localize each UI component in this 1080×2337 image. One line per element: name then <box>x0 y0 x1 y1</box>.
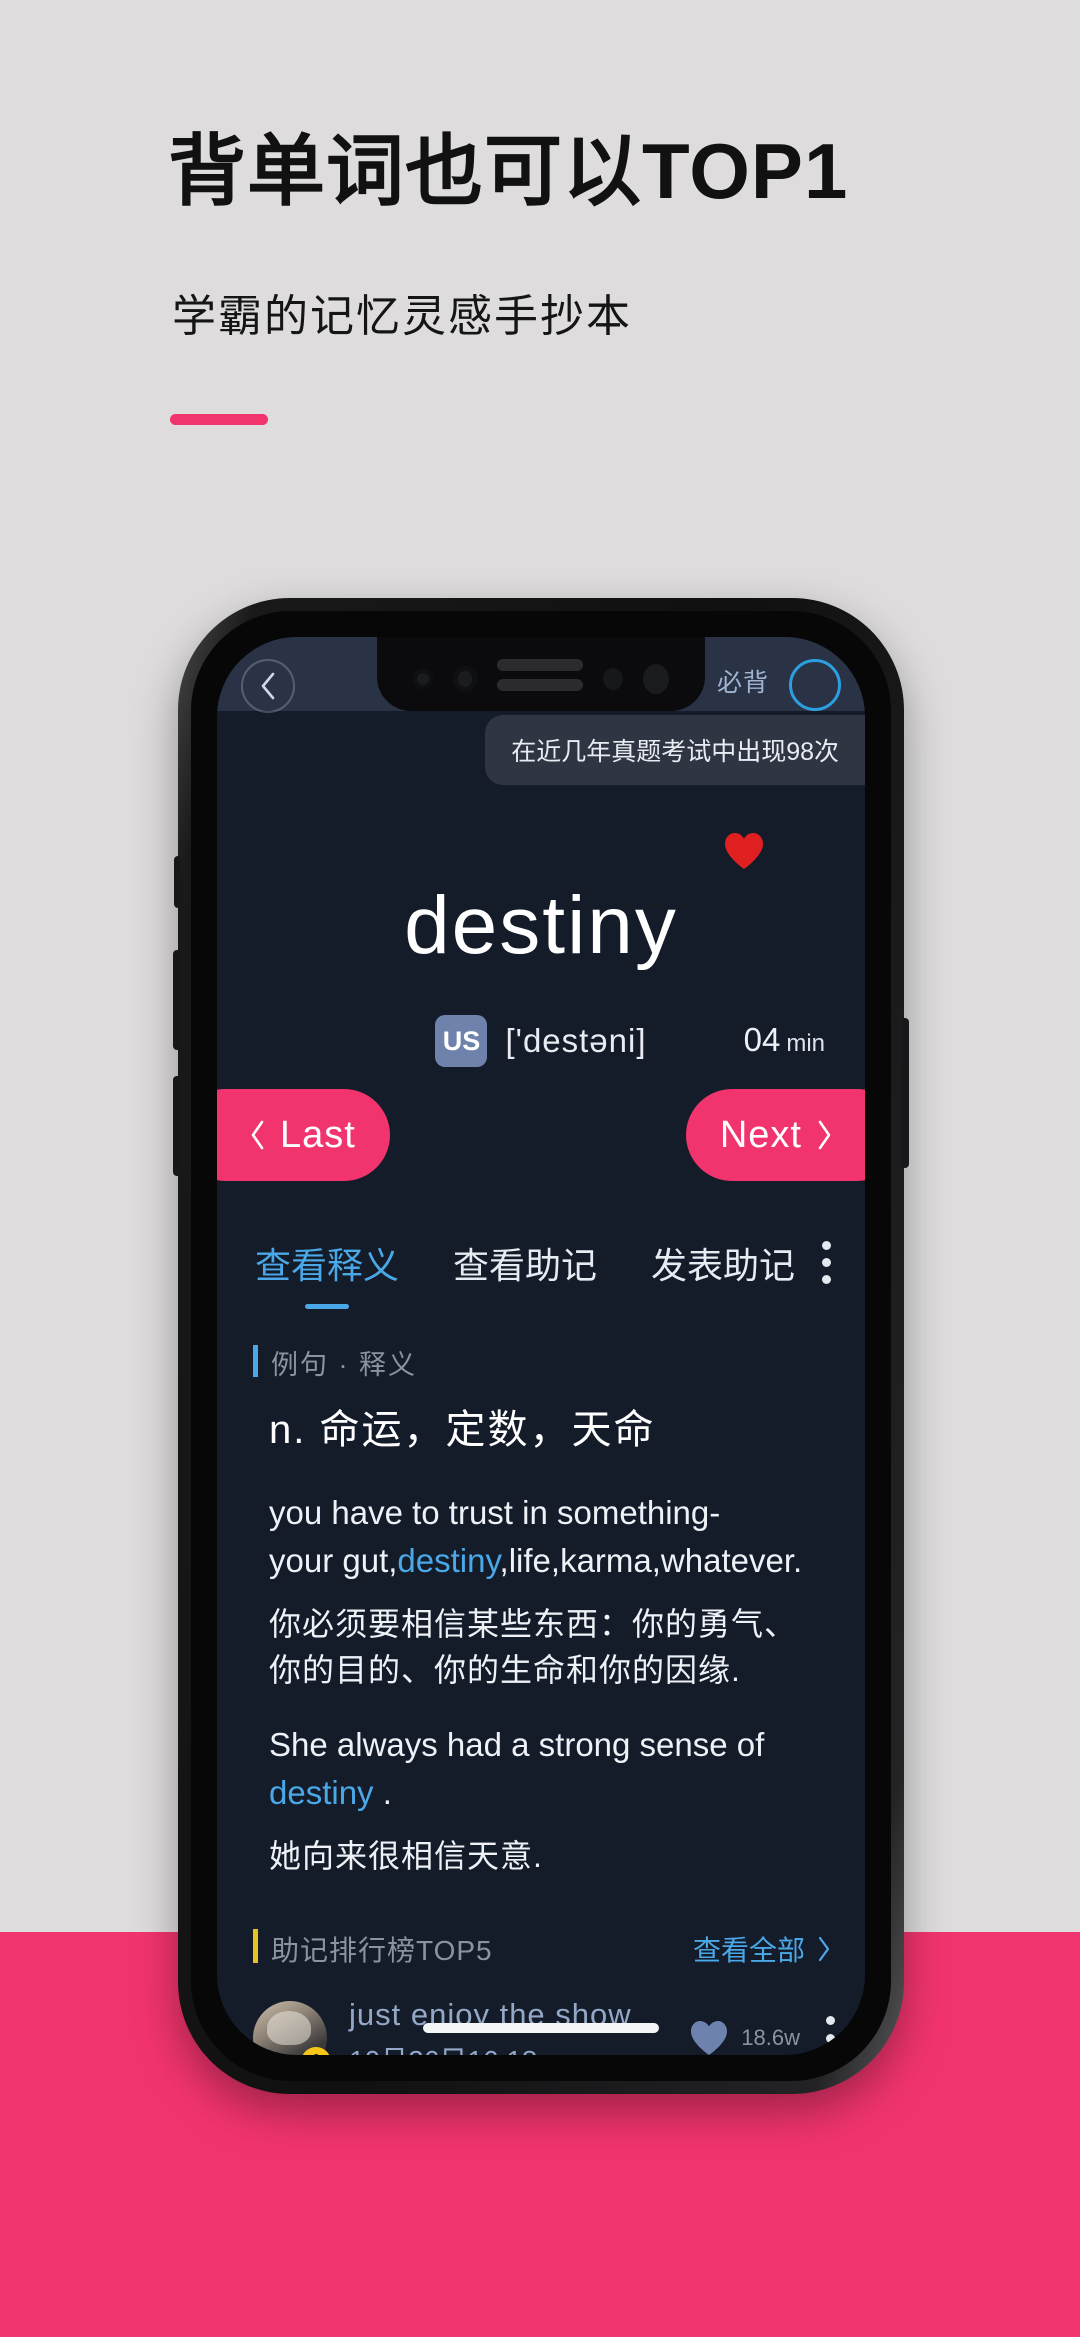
like-count: 18.6w <box>741 2025 800 2050</box>
comment-overflow-menu-button[interactable] <box>826 2015 835 2055</box>
example-2-en: She always had a strong sense of destiny… <box>269 1721 829 1817</box>
must-memorize-label: 必背 <box>716 669 769 697</box>
example-2-keyword: destiny <box>269 1774 374 1812</box>
word-definition: n. 命运，定数，天命 <box>269 1408 656 1452</box>
avatar[interactable]: 1 <box>253 2001 331 2055</box>
poster-subheadline: 学霸的记忆灵感手抄本 <box>172 292 632 341</box>
headline-highlight: TOP1 <box>642 132 853 210</box>
timer-value: 04 <box>743 1021 781 1058</box>
heart-filled-icon <box>691 2021 728 2055</box>
word-title: destiny <box>404 880 678 971</box>
chevron-left-icon <box>251 1120 264 1150</box>
examples-spacer <box>269 1693 829 1721</box>
ir-camera-icon <box>413 669 433 689</box>
accent-badge-us[interactable]: US <box>435 1015 488 1067</box>
example-1-zh: 你必须要相信某些东西：你的勇气、你的目的、你的生命和你的因缘. <box>269 1605 798 1689</box>
proximity-sensor-icon <box>603 668 623 690</box>
view-all-button[interactable]: 查看全部 <box>693 1929 831 1969</box>
ranking-header: 助记排行榜TOP5 查看全部 <box>253 1929 831 1969</box>
tab-view-mnemonics[interactable]: 查看助记 <box>453 1237 597 1309</box>
frequency-tooltip: 在近几年真题考试中出现98次 <box>485 715 865 785</box>
earpiece-speaker-icon <box>497 659 583 691</box>
rank-badge: 1 <box>301 2047 331 2055</box>
phone-screen: 必背 在近几年真题考试中出现98次 10/15 destiny US ['des… <box>217 637 865 2055</box>
section-label-examples: 例句 · 释义 <box>253 1343 417 1382</box>
comment-date: 10月26日16:18 <box>349 2039 632 2055</box>
examples-list: you have to trust in something- your gut… <box>269 1489 829 1880</box>
timer-unit: min <box>786 1030 825 1057</box>
poster-headline: 背单词也可以TOP1 <box>168 132 853 210</box>
phone-notch <box>377 637 705 711</box>
kebab-menu-icon <box>822 1241 831 1250</box>
previous-word-label: Last <box>280 1113 356 1156</box>
example-1-keyword: destiny <box>397 1541 500 1579</box>
home-indicator[interactable] <box>423 2023 659 2033</box>
phone-volume-up-button <box>173 950 180 1050</box>
front-camera-icon <box>453 666 477 692</box>
tab-overflow-menu-button[interactable] <box>822 1241 831 1284</box>
headline-mark-text: TOP1 <box>642 127 849 215</box>
tab-definition[interactable]: 查看释义 <box>255 1237 399 1309</box>
study-timer: 04 min <box>744 1021 825 1059</box>
ranking-title: 助记排行榜TOP5 <box>253 1929 493 1969</box>
dot-projector-icon <box>643 664 669 694</box>
content-tabs: 查看释义 查看助记 发表助记 <box>217 1237 865 1315</box>
example-2-en-post: . <box>373 1774 392 1812</box>
heart-filled-icon <box>725 833 763 869</box>
phonetic-text: ['destəni] <box>505 1022 647 1059</box>
poster-accent-bar <box>170 414 268 425</box>
must-memorize-toggle[interactable] <box>789 659 841 711</box>
example-2-en-pre: She always had a strong sense of <box>269 1726 765 1764</box>
previous-word-button[interactable]: Last <box>217 1089 390 1181</box>
headline-plain-text: 背单词也可以 <box>168 127 643 215</box>
view-all-label: 查看全部 <box>692 1935 805 1966</box>
example-2-zh: 她向来很相信天意. <box>269 1838 543 1875</box>
favorite-button[interactable] <box>723 831 765 876</box>
example-1-en-pre: your gut, <box>269 1541 398 1579</box>
example-1-en-line2: your gut,destiny,life,karma,whatever. <box>269 1537 829 1585</box>
tab-post-mnemonic[interactable]: 发表助记 <box>651 1237 795 1309</box>
back-button[interactable] <box>241 659 295 713</box>
phone-power-button <box>902 1018 909 1168</box>
example-1-en-post: ,life,karma,whatever. <box>499 1541 803 1579</box>
phone-mute-switch <box>174 856 180 908</box>
like-button[interactable]: 18.6w <box>689 2019 800 2055</box>
phone-bezel: 必背 在近几年真题考试中出现98次 10/15 destiny US ['des… <box>191 611 891 2081</box>
phone-volume-down-button <box>173 1076 180 1176</box>
kebab-menu-icon <box>826 2015 835 2025</box>
next-word-label: Next <box>719 1113 802 1156</box>
chevron-right-icon <box>818 1120 831 1150</box>
next-word-button[interactable]: Next <box>685 1089 865 1181</box>
chevron-right-icon <box>818 1936 830 1962</box>
example-1-en-line1: you have to trust in something- <box>269 1494 721 1531</box>
phone-mockup: 必背 在近几年真题考试中出现98次 10/15 destiny US ['des… <box>173 598 909 2094</box>
chevron-left-icon <box>261 672 275 700</box>
